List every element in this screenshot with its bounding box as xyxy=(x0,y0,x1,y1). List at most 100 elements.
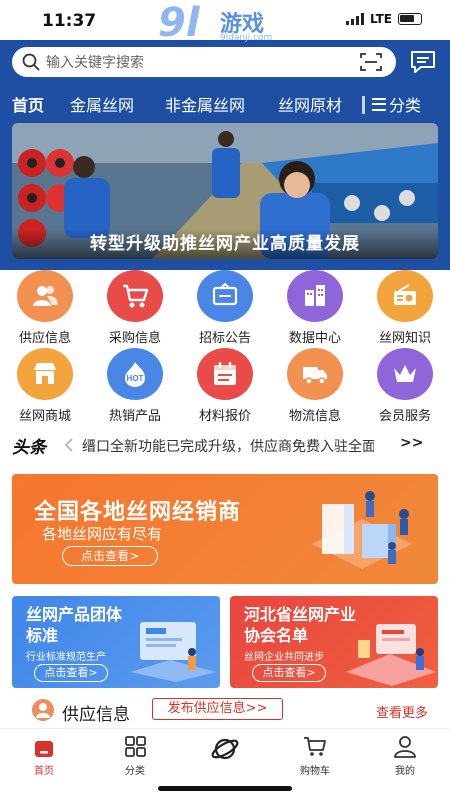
app-screen: 11:37 LTE 9l 游戏 9ldanji.com 首页 xyxy=(0,0,450,800)
promo-standards-button[interactable]: 点击查看> xyxy=(34,664,108,682)
store-icon xyxy=(17,348,73,400)
grid-icon xyxy=(122,735,148,759)
promo-distributors-subtitle: 各地丝网应有尽有 xyxy=(42,525,163,543)
scan-icon[interactable] xyxy=(360,52,382,72)
search-input[interactable] xyxy=(46,47,336,77)
promo-standards-title: 丝网产品团体 标准 xyxy=(26,604,122,646)
grid-mesh-mall[interactable]: 丝网商城 xyxy=(5,348,85,424)
grid-label: 数据中心 xyxy=(288,331,341,346)
status-time: 11:37 xyxy=(42,11,97,31)
headline-ticker[interactable]: 头条 缙口全新功能已完成升级，供应商免费入驻全面 >> xyxy=(0,428,450,460)
grid-label: 热销产品 xyxy=(108,409,161,424)
cart-icon xyxy=(302,735,328,759)
promo-association[interactable]: 河北省丝网产业 协会名单 丝网企业共同进步 点击查看> xyxy=(230,596,438,688)
grid-tender-notice[interactable]: 招标公告 xyxy=(185,270,265,346)
home-indicator xyxy=(158,786,292,791)
promo-association-illustration xyxy=(346,624,436,686)
promo-association-title-line1: 河北省丝网产业 xyxy=(244,605,357,624)
user-icon xyxy=(392,735,418,759)
grid-supply-info[interactable]: 供应信息 xyxy=(5,270,85,346)
tab-raw-material[interactable]: 丝网原材 xyxy=(278,92,342,116)
headline-logo-text: 头条 xyxy=(12,438,46,458)
bottom-nav-cart[interactable]: 购物车 xyxy=(285,735,345,777)
banner-caption: 转型升级助推丝网产业高质量发展 xyxy=(12,229,438,259)
promo-standards-subtitle: 行业标准规范生产 xyxy=(26,652,106,663)
bottom-nav-label: 分类 xyxy=(125,766,145,777)
promo-standards[interactable]: 丝网产品团体 标准 行业标准规范生产 点击查看> xyxy=(12,596,220,688)
grid-material-quote[interactable]: 材料报价 xyxy=(185,348,265,424)
promo-association-subtitle: 丝网企业共同进步 xyxy=(244,652,324,663)
hot-icon: HOT xyxy=(107,348,163,400)
user-badge-icon xyxy=(32,699,54,721)
grid-label: 招标公告 xyxy=(198,331,251,346)
bottom-nav-home[interactable]: 首页 xyxy=(14,735,74,777)
category-button[interactable]: 分类 xyxy=(372,92,421,116)
publish-supply-button[interactable]: 发布供应信息>> xyxy=(152,698,283,720)
promo-association-button[interactable]: 点击查看> xyxy=(252,664,326,682)
grid-hot-products[interactable]: HOT 热销产品 xyxy=(95,348,175,424)
headline-more-button[interactable]: >> xyxy=(400,435,423,451)
grid-logistics-info[interactable]: 物流信息 xyxy=(275,348,355,424)
tab-metal-mesh[interactable]: 金属丝网 xyxy=(70,92,134,116)
grid-label: 材料报价 xyxy=(198,409,251,424)
promo-association-title: 河北省丝网产业 协会名单 xyxy=(244,604,356,646)
view-more-link[interactable]: 查看更多 xyxy=(376,702,428,721)
network-label: LTE xyxy=(369,12,392,26)
signal-icon xyxy=(345,13,364,25)
supply-section-header: 供应信息 发布供应信息>> 查看更多 xyxy=(0,696,450,726)
building-icon xyxy=(287,270,343,322)
promo-standards-title-line2: 标准 xyxy=(26,626,59,645)
grid-label: 会员服务 xyxy=(378,409,431,424)
supply-section-title: 供应信息 xyxy=(62,705,130,725)
grid-label: 物流信息 xyxy=(288,409,341,424)
grid-data-center[interactable]: 数据中心 xyxy=(275,270,355,346)
svg-text:HOT: HOT xyxy=(127,374,144,383)
menu-icon xyxy=(372,97,386,111)
promo-distributors-illustration xyxy=(312,491,412,569)
bottom-nav-profile[interactable]: 我的 xyxy=(375,735,435,777)
bottom-nav-center[interactable] xyxy=(195,735,255,766)
truck-icon xyxy=(287,348,343,400)
promo-distributors[interactable]: 全国各地丝网经销商 各地丝网应有尽有 点击查看> xyxy=(12,474,438,584)
grid-label: 丝网商城 xyxy=(18,409,71,424)
watermark-url: 9ldanji.com xyxy=(220,33,273,43)
bottom-nav-label: 我的 xyxy=(395,766,415,777)
planet-icon xyxy=(210,735,240,763)
tabs-separator xyxy=(362,96,365,114)
promo-distributors-title: 全国各地丝网经销商 xyxy=(34,500,242,525)
grid-label: 丝网知识 xyxy=(378,331,431,346)
users-icon xyxy=(17,270,73,322)
grid-purchase-info[interactable]: 采购信息 xyxy=(95,270,175,346)
status-indicators: LTE xyxy=(345,12,422,26)
radio-icon xyxy=(377,270,433,322)
notice-board-icon xyxy=(197,270,253,322)
promo-standards-illustration xyxy=(130,622,216,682)
calendar-icon xyxy=(197,348,253,400)
promo-distributors-button[interactable]: 点击查看> xyxy=(62,546,158,566)
watermark-logo: 9l 游戏 9ldanji.com xyxy=(158,0,298,46)
grid-label: 采购信息 xyxy=(108,331,161,346)
tabs-fade xyxy=(340,92,370,120)
promo-standards-title-line1: 丝网产品团体 xyxy=(26,605,123,624)
grid-label: 供应信息 xyxy=(18,331,71,346)
bottom-nav-label: 首页 xyxy=(34,766,54,777)
watermark-number: 9l xyxy=(158,0,200,46)
grid-mesh-knowledge[interactable]: 丝网知识 xyxy=(365,270,445,346)
bottom-nav-category[interactable]: 分类 xyxy=(105,735,165,777)
search-bar[interactable] xyxy=(12,47,396,77)
home-icon xyxy=(31,735,57,759)
quote-icon xyxy=(64,438,73,452)
search-icon xyxy=(22,53,40,71)
headline-text: 缙口全新功能已完成升级，供应商免费入驻全面 xyxy=(82,439,374,455)
promo-association-title-line2: 协会名单 xyxy=(244,626,309,645)
battery-icon xyxy=(398,13,422,25)
grid-member-service[interactable]: 会员服务 xyxy=(365,348,445,424)
message-icon[interactable] xyxy=(409,50,437,74)
tab-home[interactable]: 首页 xyxy=(12,92,44,116)
banner-carousel[interactable]: 转型升级助推丝网产业高质量发展 xyxy=(12,123,438,259)
crown-icon xyxy=(377,348,433,400)
category-label: 分类 xyxy=(389,96,422,115)
tab-nonmetal-mesh[interactable]: 非金属丝网 xyxy=(165,92,245,116)
headline-logo: 头条 xyxy=(12,433,46,458)
bottom-nav-label: 购物车 xyxy=(300,766,330,777)
